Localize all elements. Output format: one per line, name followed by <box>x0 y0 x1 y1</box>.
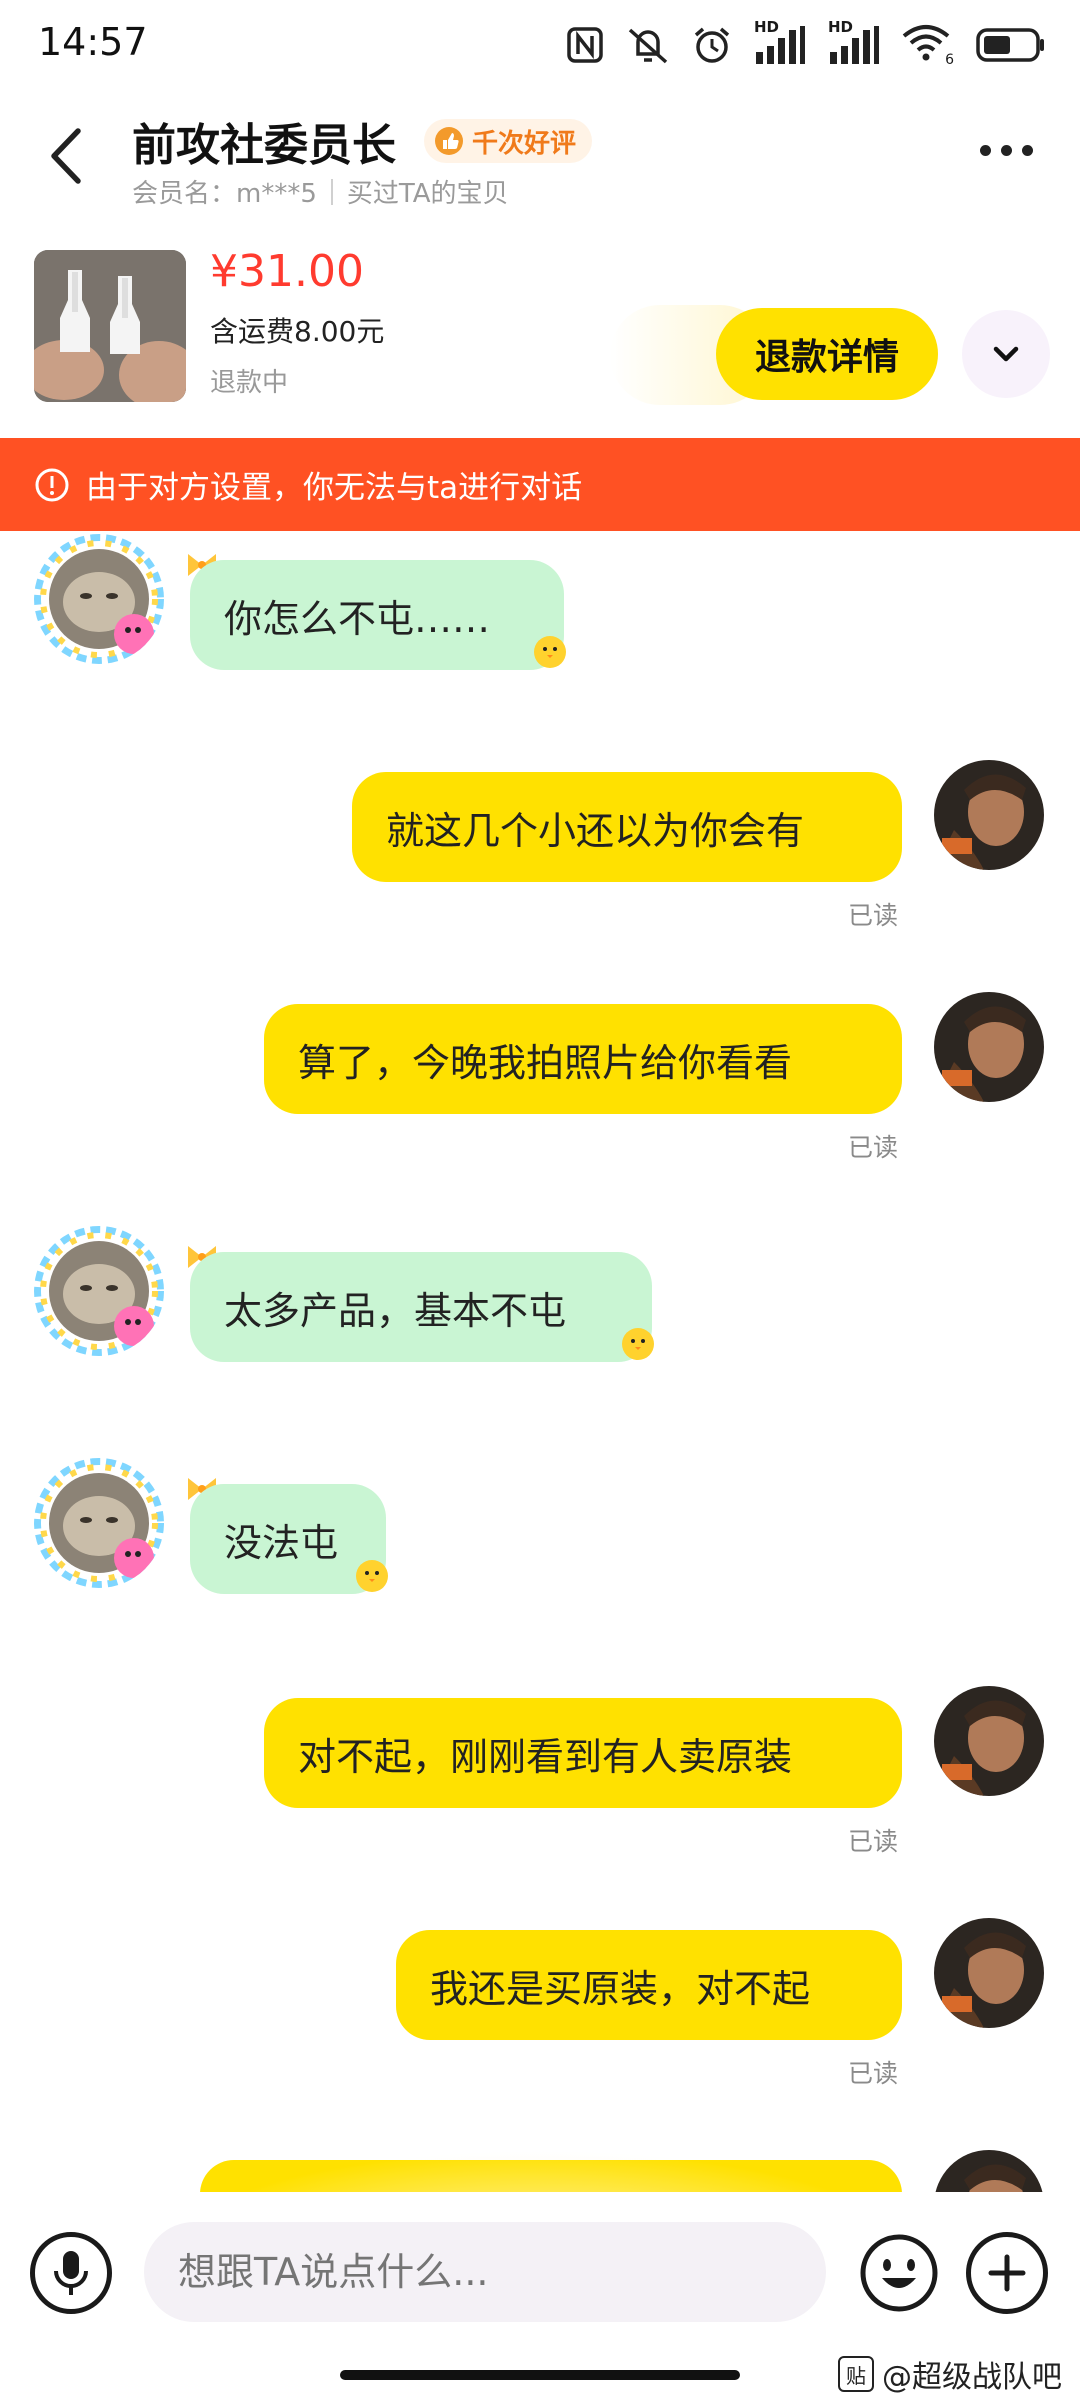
read-receipt: 已读 <box>848 2059 899 2088</box>
product-card[interactable]: ¥31.00 含运费8.00元 退款中 退款详情 <box>0 240 1080 435</box>
message-outgoing: 就这几个小还以为你会有 已读 <box>0 760 1080 940</box>
emoji-button[interactable] <box>858 2232 940 2314</box>
thumbs-up-icon <box>435 127 463 155</box>
chat-header: 前攻社委员长 千次好评 会员名：m***5 买过TA的宝贝 <box>0 95 1080 215</box>
dot-icon <box>1001 144 1012 156</box>
user-avatar-image <box>934 1686 1044 1796</box>
product-price: ¥31.00 <box>210 246 364 297</box>
more-options-button[interactable] <box>980 135 1040 165</box>
signal-1: HD <box>754 18 806 66</box>
microphone-icon <box>54 2251 88 2295</box>
message-bubble[interactable]: 对不起，刚刚看到有人卖原装 <box>264 1698 902 1808</box>
warning-icon <box>35 468 69 501</box>
praise-badge: 千次好评 <box>424 119 593 163</box>
message-outgoing: 我还是买原装，对不起 已读 <box>0 1918 1080 2098</box>
expand-button[interactable] <box>962 310 1050 398</box>
chick-sticker-icon <box>622 1328 654 1360</box>
chick-sticker-icon <box>534 636 566 668</box>
message-outgoing: 算了，今晚我拍照片给你看看 已读 <box>0 992 1080 1172</box>
user-avatar-image <box>934 760 1044 870</box>
dot-icon <box>1022 144 1033 156</box>
dot-icon <box>980 144 991 156</box>
my-avatar[interactable] <box>934 1918 1044 2028</box>
status-bar: 14:57 HD HD 6 <box>0 0 1080 90</box>
my-avatar[interactable] <box>934 2150 1044 2192</box>
wifi-icon <box>902 25 950 61</box>
message-incoming: 没法屯 <box>0 1454 1080 1604</box>
message-bubble[interactable]: 你怎么不屯…… <box>190 560 564 670</box>
message-outgoing: 对不起，刚刚看到有人卖原装 已读 <box>0 1686 1080 1866</box>
wifi-sub-label: 6 <box>945 52 954 68</box>
blocked-notice-text: 由于对方设置，你无法与ta进行对话 <box>86 470 583 506</box>
read-receipt: 已读 <box>848 901 899 930</box>
wifi: 6 <box>902 24 954 68</box>
message-bubble[interactable]: 算了，今晚我拍照片给你看看 <box>264 1004 902 1114</box>
praise-badge-text: 千次好评 <box>472 128 577 159</box>
message-bubble[interactable]: 太多产品，基本不屯 <box>190 1252 652 1362</box>
mute-vibrate-icon <box>628 28 668 64</box>
read-receipt: 已读 <box>848 1133 899 1162</box>
signal-icon <box>756 26 805 64</box>
my-avatar[interactable] <box>934 992 1044 1102</box>
user-avatar-image <box>934 2150 1044 2192</box>
my-avatar[interactable] <box>934 1686 1044 1796</box>
user-avatar-image <box>934 992 1044 1102</box>
voice-button[interactable] <box>30 2232 112 2314</box>
back-arrow-icon <box>51 128 81 184</box>
cat-avatar-image <box>34 1458 164 1588</box>
chick-sticker-icon <box>356 1560 388 1592</box>
divider <box>330 178 333 205</box>
signal-2: HD <box>828 18 880 66</box>
product-thumbnail[interactable] <box>34 250 186 402</box>
emoji-icon <box>860 2234 938 2312</box>
alarm-icon <box>694 27 730 63</box>
more-actions-button[interactable] <box>966 2232 1048 2314</box>
shipping-fee: 含运费8.00元 <box>210 315 385 348</box>
message-bubble[interactable]: 我还是买原装，对不起 <box>396 1930 902 2040</box>
home-indicator[interactable] <box>340 2370 740 2380</box>
seller-avatar[interactable] <box>34 1458 164 1588</box>
status-time: 14:57 <box>38 20 148 64</box>
seller-avatar[interactable] <box>34 1226 164 1356</box>
cat-avatar-image <box>34 534 164 664</box>
nfc-icon <box>567 27 603 63</box>
refund-details-button[interactable]: 退款详情 <box>716 308 938 400</box>
read-receipt: 已读 <box>848 1827 899 1856</box>
member-name: 会员名：m***5 <box>132 179 317 209</box>
status-icons: HD HD 6 <box>566 18 1046 70</box>
message-bubble[interactable]: 就这几个小还以为你会有 <box>352 772 902 882</box>
bought-from-link[interactable]: 买过TA的宝贝 <box>347 173 509 210</box>
seller-subline: 会员名：m***5 买过TA的宝贝 <box>132 173 509 210</box>
chevron-down-icon <box>993 346 1019 362</box>
seller-avatar[interactable] <box>34 534 164 664</box>
my-avatar[interactable] <box>934 760 1044 870</box>
message-incoming: 你怎么不屯…… <box>0 530 1080 680</box>
plus-icon <box>988 2254 1026 2292</box>
message-input[interactable] <box>144 2222 826 2322</box>
product-photo <box>34 250 186 402</box>
blocked-notice-banner: 由于对方设置，你无法与ta进行对话 <box>0 438 1080 531</box>
watermark-text: @超级战队吧 <box>882 2360 1062 2395</box>
seller-name[interactable]: 前攻社委员长 <box>132 109 396 173</box>
user-avatar-image <box>934 1918 1044 2028</box>
signal-icon <box>830 26 879 64</box>
watermark: 贴 @超级战队吧 <box>838 2352 1062 2396</box>
battery-icon <box>976 28 1044 62</box>
back-button[interactable] <box>40 121 92 191</box>
cat-avatar-image <box>34 1226 164 1356</box>
message-incoming: 太多产品，基本不屯 <box>0 1222 1080 1372</box>
tieba-logo-icon: 贴 <box>838 2356 874 2392</box>
order-status: 退款中 <box>210 368 289 398</box>
